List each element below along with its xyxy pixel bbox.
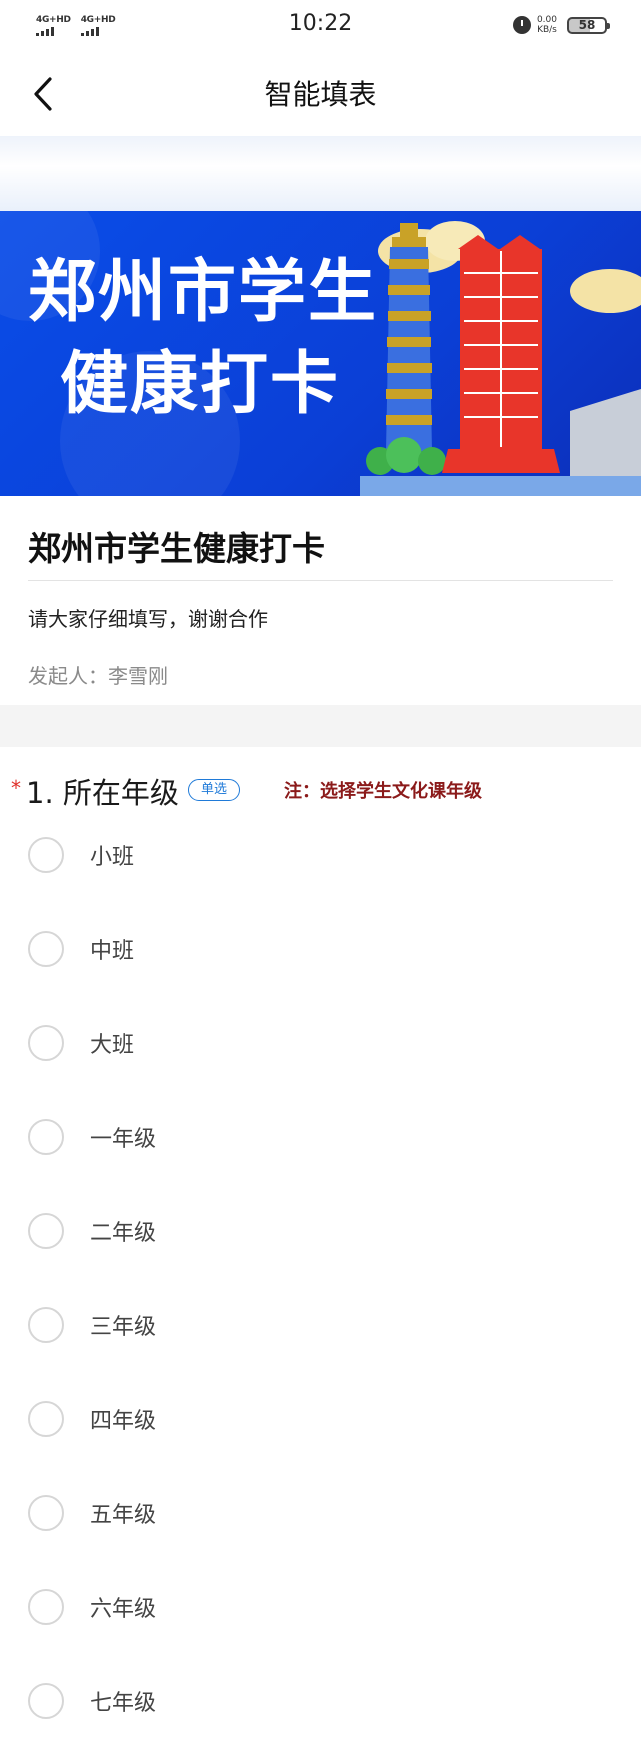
option-label: 中班 (90, 939, 135, 964)
radio-button[interactable] (28, 1307, 64, 1343)
radio-button[interactable] (28, 1213, 64, 1249)
question-note: 注：选择学生文化课年级 (284, 781, 482, 802)
radio-option-grade-4[interactable]: 四年级 (0, 1384, 641, 1454)
section-separator (0, 705, 641, 747)
chevron-left-icon[interactable] (28, 76, 60, 112)
radio-option-grade-1[interactable]: 一年级 (0, 1102, 641, 1172)
radio-option-grade-2[interactable]: 二年级 (0, 1196, 641, 1266)
banner-top-strip (0, 136, 641, 211)
page-title: 智能填表 (264, 78, 377, 111)
city-illustration (360, 221, 641, 496)
radio-option-grade-6[interactable]: 六年级 (0, 1572, 641, 1642)
radio-option-zhongban[interactable]: 中班 (0, 914, 641, 984)
option-label: 二年级 (90, 1221, 157, 1246)
radio-option-xiaoban[interactable]: 小班 (0, 820, 641, 890)
question-title: 1. 所在年级 (26, 776, 179, 810)
radio-button[interactable] (28, 1025, 64, 1061)
banner-image: 郑州市学生 健康打卡 (0, 211, 641, 496)
radio-button[interactable] (28, 931, 64, 967)
radio-option-grade-7[interactable]: 七年级 (0, 1666, 641, 1736)
banner-line-2: 健康打卡 (60, 345, 341, 424)
radio-option-grade-3[interactable]: 三年级 (0, 1290, 641, 1360)
radio-option-grade-5[interactable]: 五年级 (0, 1478, 641, 1548)
form-initiator: 发起人：李雪刚 (28, 664, 168, 688)
option-label: 六年级 (90, 1597, 157, 1622)
radio-button[interactable] (28, 1495, 64, 1531)
option-label: 五年级 (90, 1503, 157, 1528)
nav-bar: 智能填表 (0, 50, 641, 136)
radio-option-daban[interactable]: 大班 (0, 1008, 641, 1078)
option-label: 一年级 (90, 1127, 157, 1152)
radio-button[interactable] (28, 1683, 64, 1719)
status-time: 10:22 (288, 11, 353, 36)
banner-title: 郑州市学生 健康打卡 (28, 247, 378, 431)
radio-button[interactable] (28, 1119, 64, 1155)
radio-button[interactable] (28, 837, 64, 873)
option-label: 大班 (90, 1033, 135, 1058)
banner-line-1: 郑州市学生 (28, 253, 379, 332)
option-label: 三年级 (90, 1315, 157, 1340)
form-title: 郑州市学生健康打卡 (28, 529, 325, 568)
radio-button[interactable] (28, 1401, 64, 1437)
option-label: 七年级 (90, 1691, 157, 1716)
divider (28, 580, 613, 581)
form-description: 请大家仔细填写，谢谢合作 (28, 607, 268, 631)
radio-button[interactable] (28, 1589, 64, 1625)
question-type-badge: 单选 (188, 779, 240, 801)
required-mark: * (11, 776, 21, 800)
option-label: 小班 (90, 845, 135, 870)
option-label: 四年级 (90, 1409, 157, 1434)
